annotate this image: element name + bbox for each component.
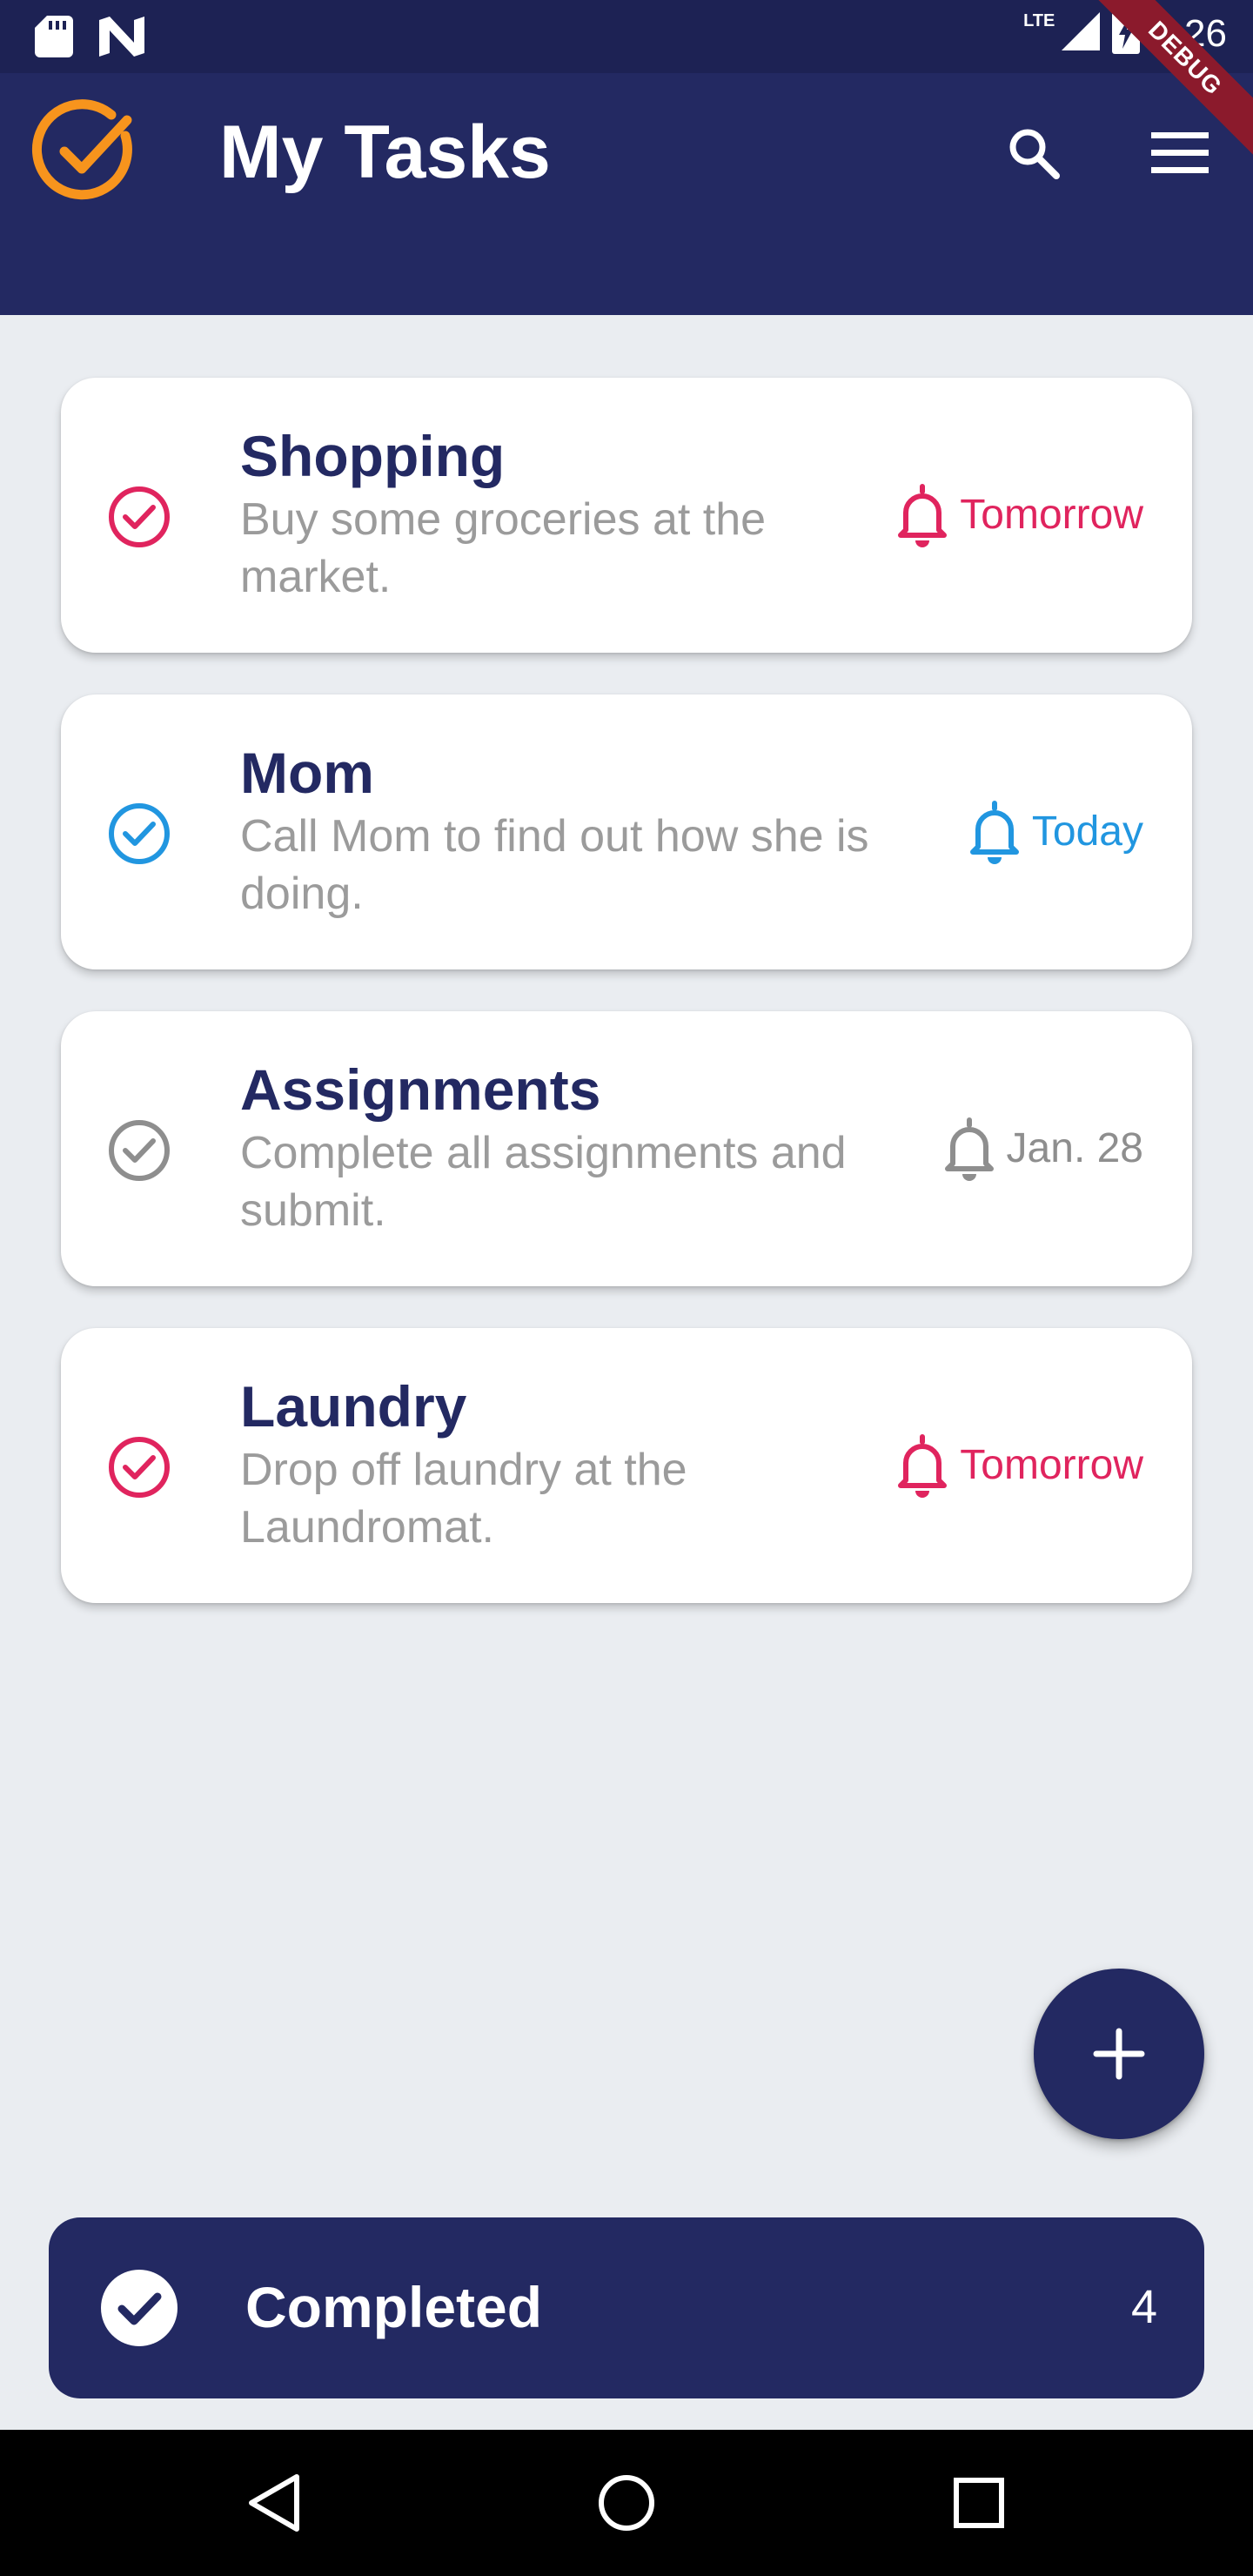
check-circle-logo-icon (31, 97, 141, 207)
search-icon (1009, 129, 1060, 179)
task-list: Shopping Buy some groceries at the marke… (61, 378, 1192, 1645)
reminder-label: Jan. 28 (1006, 1125, 1143, 1171)
task-card-mom[interactable]: Mom Call Mom to find out how she is doin… (61, 694, 1192, 969)
search-button[interactable] (992, 111, 1075, 195)
task-check-button[interactable] (106, 1117, 172, 1184)
network-type-label: LTE (1023, 11, 1055, 30)
check-circle-filled-icon (101, 2270, 178, 2346)
task-description: Buy some groceries at the market. (240, 494, 767, 602)
task-title: Shopping (240, 424, 506, 488)
task-description: Complete all assignments and submit. (240, 1128, 847, 1236)
task-card-laundry[interactable]: Laundry Drop off laundry at the Laundrom… (61, 1328, 1192, 1603)
system-nav-bar (0, 2430, 1253, 2576)
task-title: Laundry (240, 1374, 467, 1439)
nav-back-button[interactable] (231, 2459, 318, 2546)
task-reminder[interactable]: Tomorrow (895, 482, 1143, 548)
menu-button[interactable] (1138, 111, 1222, 195)
status-left-icons (35, 16, 146, 62)
task-card-shopping[interactable]: Shopping Buy some groceries at the marke… (61, 378, 1192, 653)
check-circle-icon (109, 803, 170, 864)
completed-label: Completed (245, 2275, 543, 2339)
bell-icon (969, 801, 1019, 864)
menu-icon (1151, 132, 1209, 173)
task-check-button[interactable] (106, 484, 172, 550)
task-reminder[interactable]: Jan. 28 (942, 1116, 1143, 1182)
task-check-button[interactable] (106, 801, 172, 867)
nav-home-button[interactable] (583, 2459, 670, 2546)
check-circle-icon (109, 486, 170, 547)
completed-tasks-bar[interactable]: Completed 4 (49, 2217, 1204, 2398)
home-icon (599, 2475, 654, 2531)
add-task-button[interactable] (1034, 1969, 1204, 2139)
reminder-label: Tomorrow (960, 1442, 1143, 1488)
check-circle-icon (109, 1120, 170, 1181)
reminder-label: Tomorrow (960, 492, 1143, 538)
completed-count: 4 (1130, 2281, 1157, 2333)
plus-icon (1093, 2028, 1145, 2080)
task-title: Assignments (240, 1057, 601, 1122)
signal-icon (1062, 12, 1101, 55)
task-reminder[interactable]: Tomorrow (895, 1432, 1143, 1499)
task-card-assignments[interactable]: Assignments Complete all assignments and… (61, 1011, 1192, 1286)
back-icon (249, 2474, 299, 2532)
task-title: Mom (240, 741, 374, 805)
status-bar: LTE 1:26 (0, 0, 1253, 73)
task-check-button[interactable] (106, 1434, 172, 1500)
recents-icon (954, 2478, 1004, 2528)
page-title: My Tasks (219, 111, 551, 194)
bell-icon (898, 1434, 948, 1498)
task-description: Call Mom to find out how she is doing. (240, 811, 869, 919)
bell-icon (898, 484, 948, 547)
task-reminder[interactable]: Today (968, 799, 1143, 865)
n-notification-icon (97, 17, 146, 61)
reminder-label: Today (1031, 808, 1143, 855)
check-circle-icon (109, 1437, 170, 1498)
nav-recents-button[interactable] (935, 2459, 1022, 2546)
task-description: Drop off laundry at the Laundromat. (240, 1445, 687, 1553)
sd-card-icon (35, 16, 73, 62)
bell-icon (944, 1117, 994, 1181)
